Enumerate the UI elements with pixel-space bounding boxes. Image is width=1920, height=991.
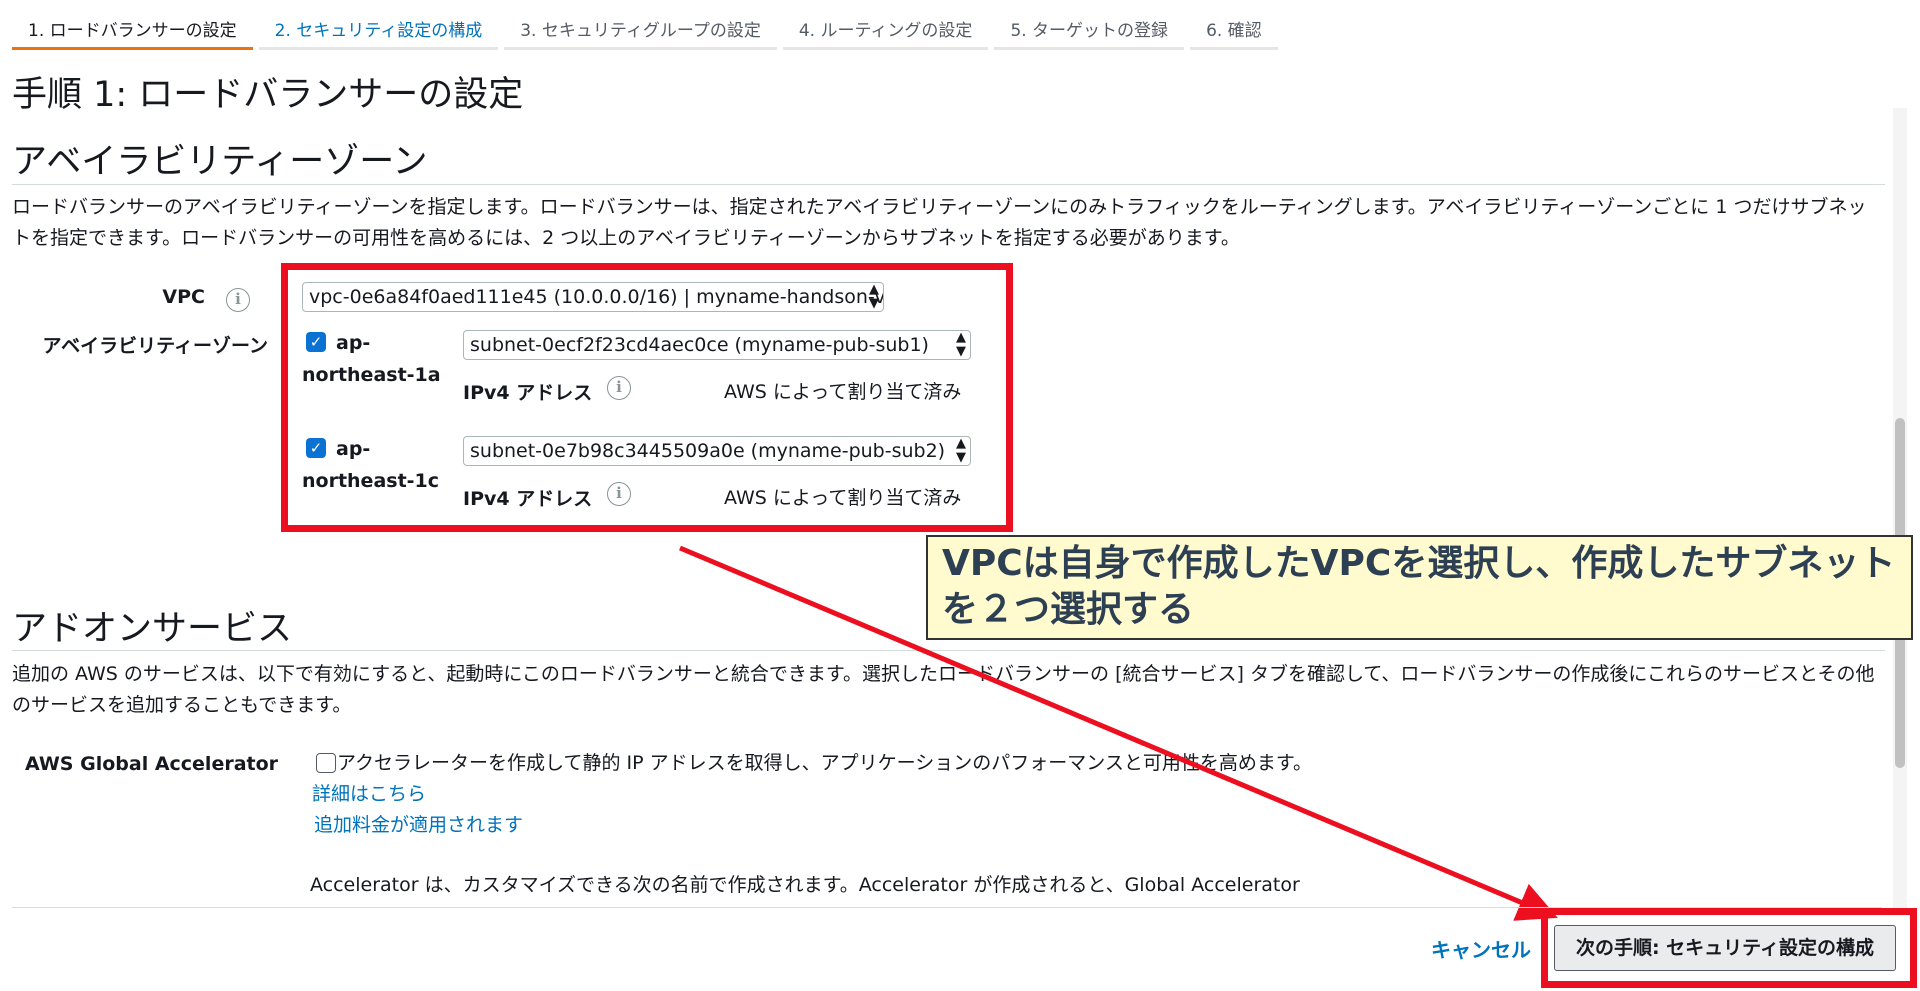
annotation-arrow	[679, 545, 1558, 921]
cancel-link[interactable]: キャンセル	[1431, 934, 1531, 963]
highlight-box-next-button	[1541, 908, 1917, 988]
